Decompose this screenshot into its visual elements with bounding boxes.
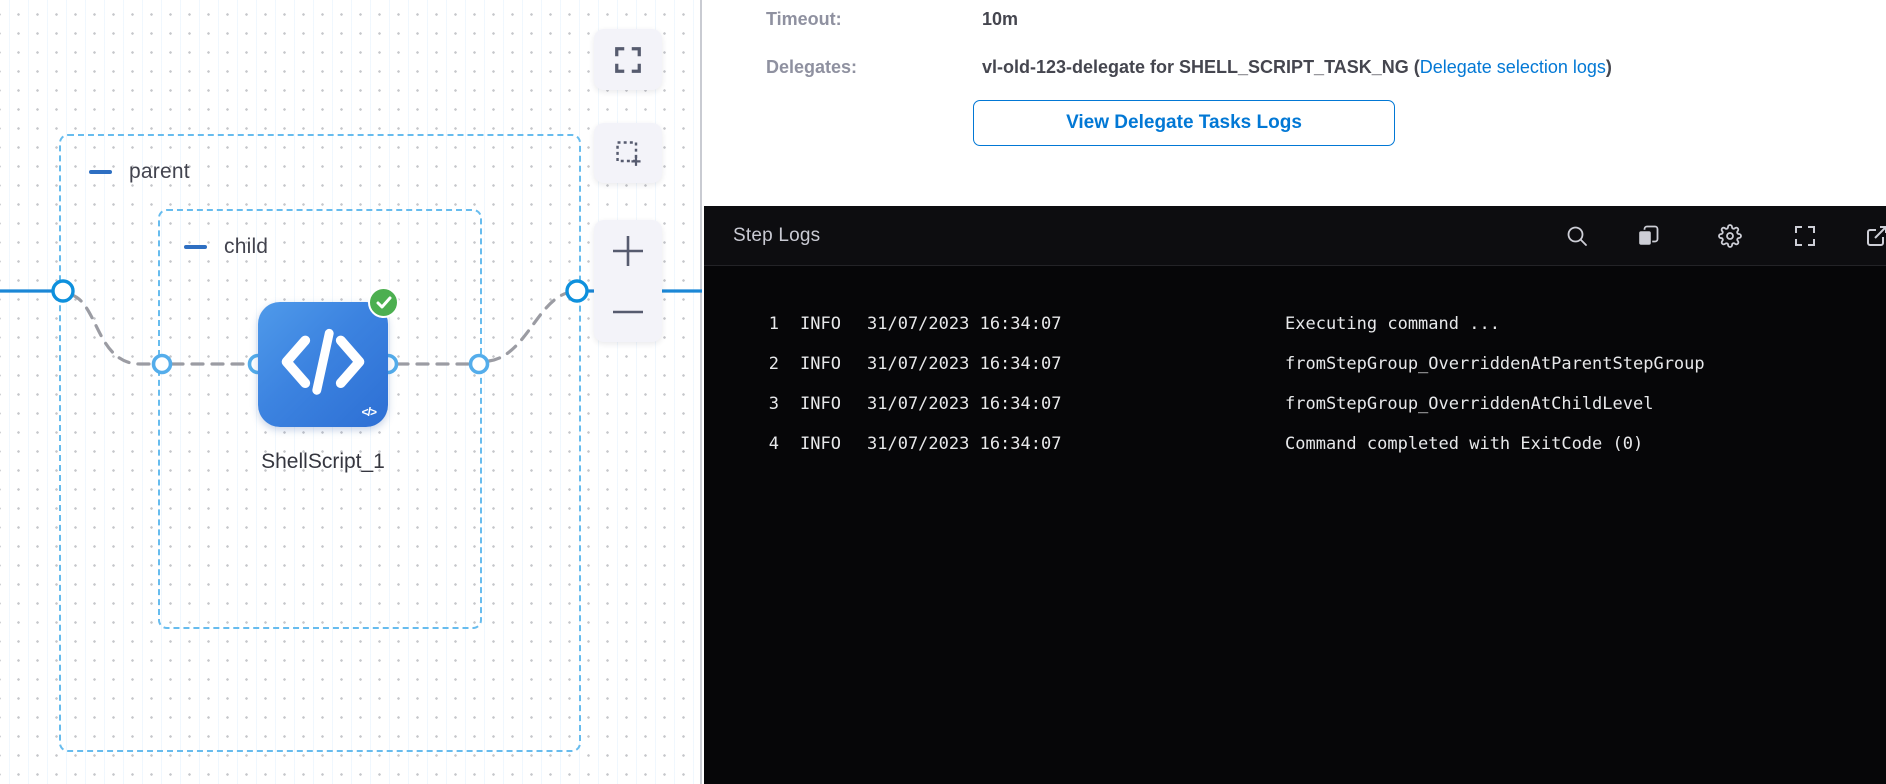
view-delegate-tasks-logs-button[interactable]: View Delegate Tasks Logs [973,100,1395,146]
step-logs-title: Step Logs [733,225,820,247]
step-logs-console: Step Logs 1 INF [704,206,1886,784]
log-line: 3 INFO 31/07/2023 16:34:07 fromStepGroup… [704,384,1886,424]
step-logs-body[interactable]: 1 INFO 31/07/2023 16:34:07 Executing com… [704,266,1886,464]
fullscreen-icon [613,45,643,75]
delegates-value: vl-old-123-delegate for SHELL_SCRIPT_TAS… [982,57,1612,78]
maximize-icon[interactable] [1793,224,1817,248]
success-check-icon [368,287,399,318]
log-line: 2 INFO 31/07/2023 16:34:07 fromStepGroup… [704,344,1886,384]
delegate-selection-logs-link[interactable]: Delegate selection logs [1420,57,1606,77]
copy-icon[interactable] [1636,224,1660,248]
shell-script-badge-icon: </> [362,405,376,419]
step-details-panel: Timeout: 10m Delegates: vl-old-123-deleg… [704,0,1886,784]
canvas-zoom-controls [594,220,662,342]
step-details-section: Timeout: 10m Delegates: vl-old-123-deleg… [704,0,1886,206]
step-node-label: ShellScript_1 [223,450,423,474]
canvas-expand-button[interactable] [594,29,662,90]
zoom-out-button[interactable] [594,281,662,342]
step-node-shellscript[interactable]: </> [258,302,388,427]
canvas-marquee-select-button[interactable] [594,123,662,183]
delegates-label: Delegates: [766,57,857,78]
group-exit-port[interactable] [567,281,587,301]
code-icon [277,321,369,401]
search-icon[interactable] [1565,224,1589,248]
plus-icon [611,234,645,268]
step-logs-header: Step Logs [704,206,1886,266]
marquee-select-icon [612,137,644,169]
pipeline-canvas[interactable]: parent child </> ShellScr [0,0,702,784]
settings-gear-icon[interactable] [1718,224,1742,248]
timeout-value: 10m [982,9,1018,30]
minus-icon [611,307,645,317]
timeout-label: Timeout: [766,9,842,30]
zoom-in-button[interactable] [594,220,662,281]
group-entry-port[interactable] [53,281,73,301]
child-exit-port[interactable] [471,356,488,373]
log-line: 1 INFO 31/07/2023 16:34:07 Executing com… [704,304,1886,344]
open-external-icon[interactable] [1865,224,1886,248]
log-line: 4 INFO 31/07/2023 16:34:07 Command compl… [704,424,1886,464]
child-entry-port[interactable] [154,356,171,373]
